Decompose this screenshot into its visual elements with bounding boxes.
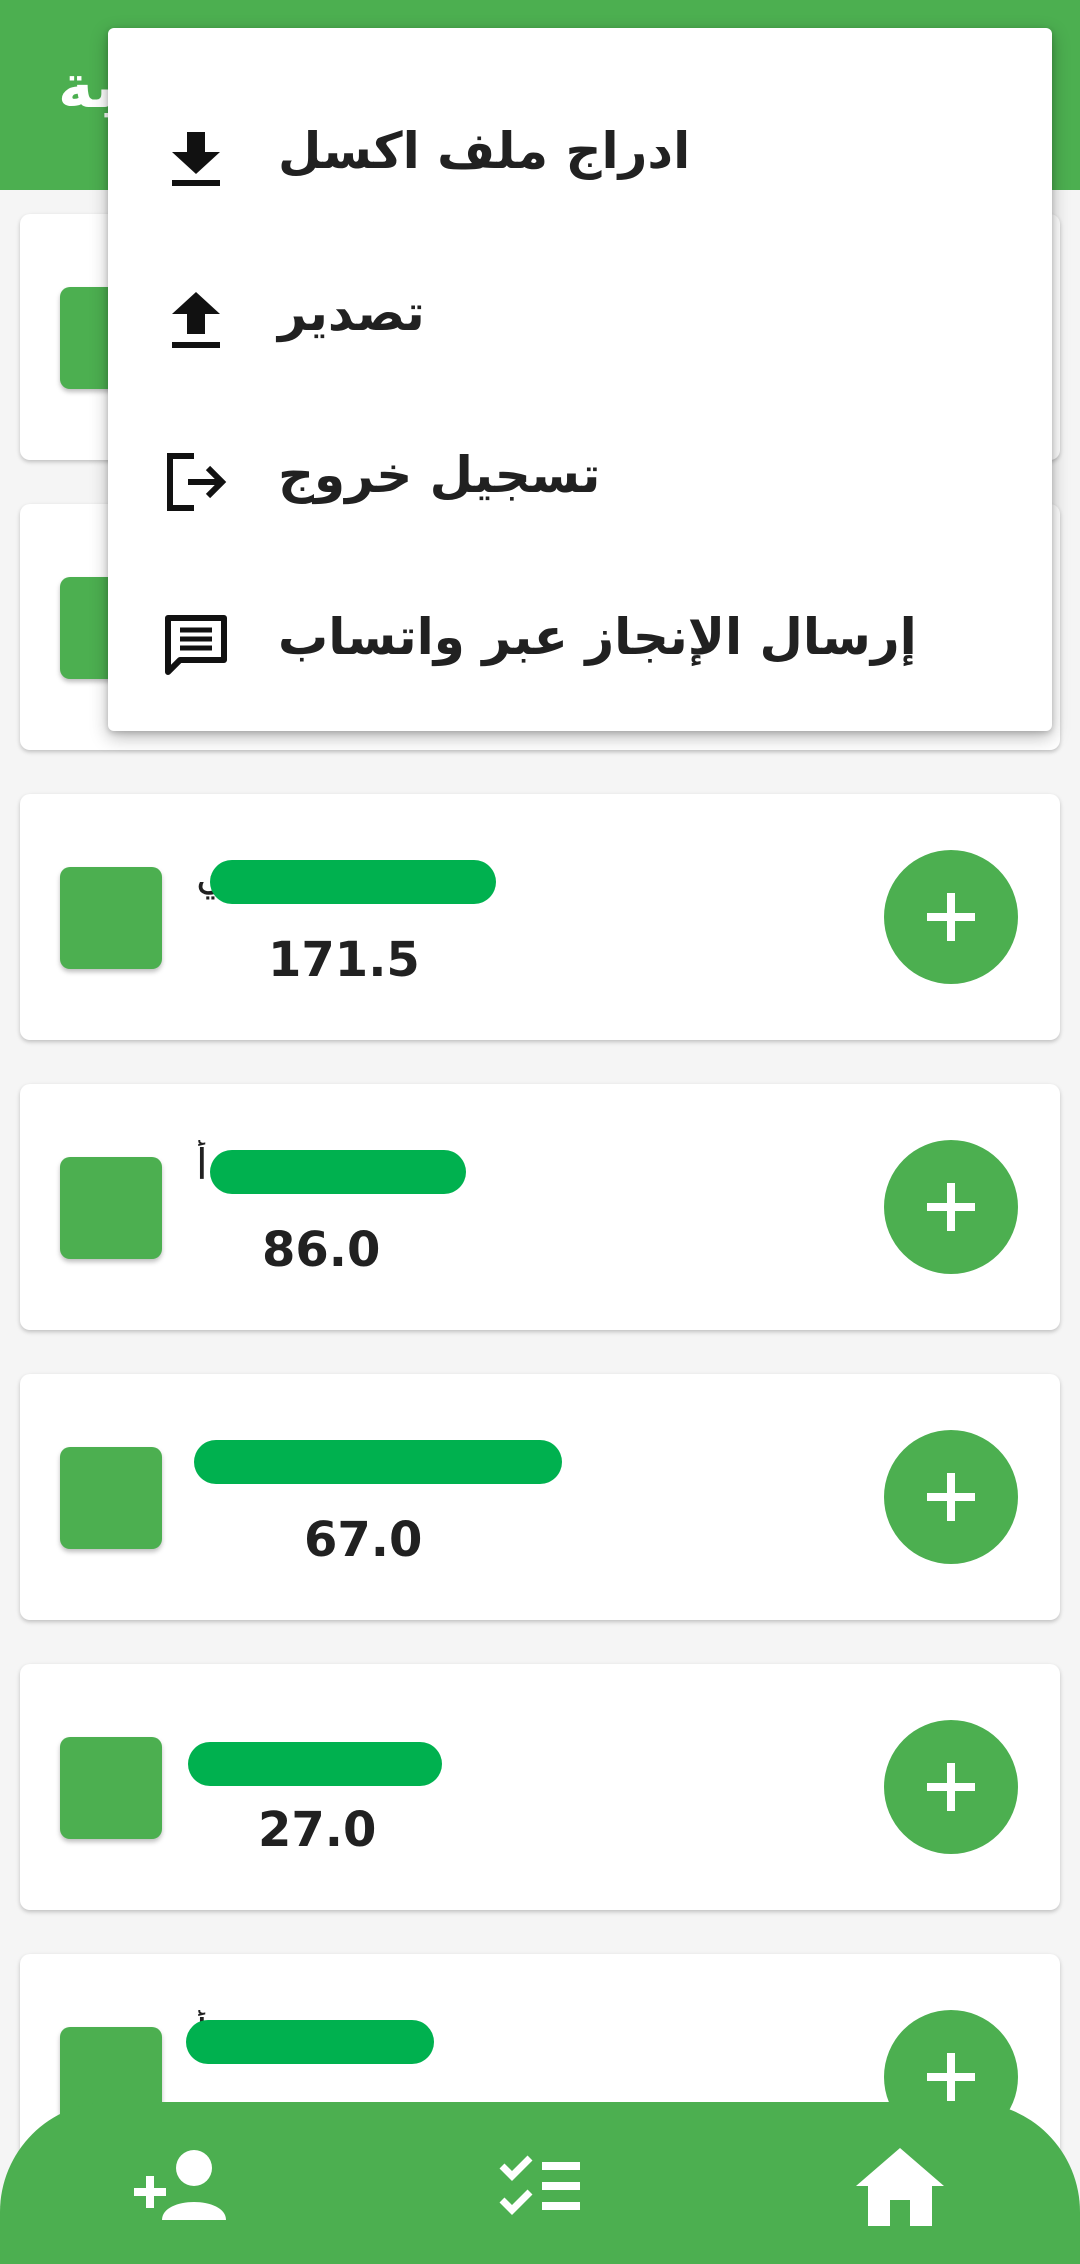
menu-item-import-excel[interactable]: ادراج ملف اكسل (108, 76, 1052, 238)
add-points-button[interactable] (884, 1720, 1018, 1854)
redaction-mark (186, 2020, 434, 2064)
download-icon (172, 132, 220, 186)
add-points-button[interactable] (884, 1140, 1018, 1274)
redaction-mark (210, 1150, 466, 1194)
plus-icon (927, 1183, 975, 1231)
checklist-icon (499, 2155, 580, 2215)
app-screen: بة ي 171.5 ي 171.5 (0, 0, 1080, 2264)
nav-add-student[interactable] (132, 2142, 232, 2232)
nav-checklist[interactable] (490, 2142, 590, 2232)
redaction-mark (188, 1742, 442, 1786)
add-points-button[interactable] (884, 1430, 1018, 1564)
student-score: 171.5 (268, 932, 420, 988)
upload-icon (172, 292, 220, 348)
menu-item-label: إرسال الإنجاز عبر واتساب (278, 608, 917, 666)
menu-item-label: ادراج ملف اكسل (278, 122, 691, 180)
home-icon (856, 2148, 944, 2226)
student-avatar[interactable] (60, 867, 162, 969)
student-avatar[interactable] (60, 1157, 162, 1259)
menu-item-label: تصدير (278, 284, 425, 342)
add-person-icon (134, 2150, 226, 2220)
student-avatar[interactable] (60, 1737, 162, 1839)
student-card[interactable]: ي 171.5 (20, 794, 1060, 1040)
bottom-navigation (0, 2102, 1080, 2264)
plus-icon (927, 1473, 975, 1521)
student-score: 27.0 (258, 1802, 377, 1858)
menu-item-logout[interactable]: تسجيل خروج (108, 400, 1052, 562)
student-card[interactable]: أ 86.0 (20, 1084, 1060, 1330)
plus-icon (927, 893, 975, 941)
student-score: 86.0 (262, 1222, 381, 1278)
redaction-mark (210, 860, 496, 904)
plus-icon (927, 2053, 975, 2101)
student-card[interactable]: 27.0 (20, 1664, 1060, 1910)
student-avatar[interactable] (60, 1447, 162, 1549)
redaction-mark (194, 1440, 562, 1484)
plus-icon (927, 1763, 975, 1811)
student-card[interactable]: ي 67.0 (20, 1374, 1060, 1620)
student-score: 67.0 (304, 1512, 423, 1568)
nav-home[interactable] (850, 2142, 950, 2232)
logout-icon (167, 453, 227, 511)
add-points-button[interactable] (884, 850, 1018, 984)
menu-item-send-whatsapp[interactable]: إرسال الإنجاز عبر واتساب (108, 562, 1052, 724)
message-icon (165, 615, 227, 675)
overflow-menu: ادراج ملف اكسل تصدير تسجيل خروج إرسال ال… (108, 28, 1052, 731)
menu-item-label: تسجيل خروج (278, 446, 601, 504)
menu-item-export[interactable]: تصدير (108, 238, 1052, 400)
